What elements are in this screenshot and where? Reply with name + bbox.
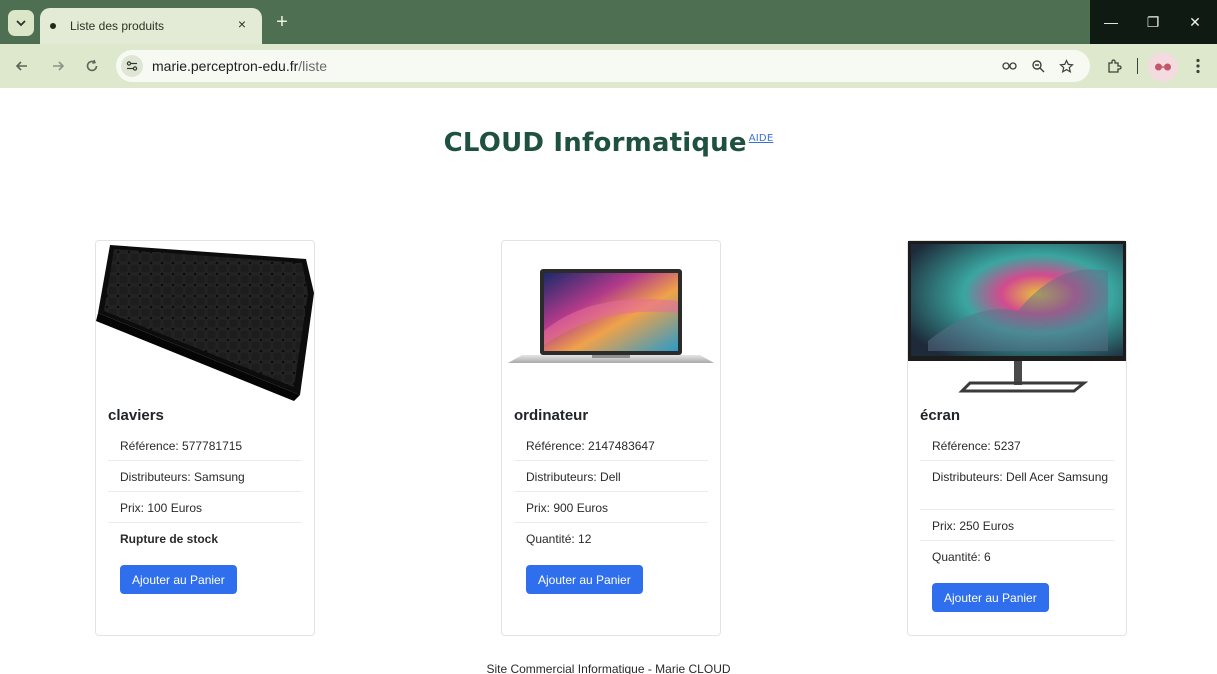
bookmark-button[interactable]: [1056, 56, 1076, 76]
product-name: écran: [920, 407, 961, 424]
add-to-cart-button[interactable]: Ajouter au Panier: [120, 565, 237, 594]
key-icon: [1002, 62, 1017, 70]
active-tab[interactable]: Liste des produits ×: [40, 8, 262, 44]
site-info-button[interactable]: [121, 55, 143, 77]
page-footer: Site Commercial Informatique - Marie CLO…: [486, 662, 731, 674]
divider: [108, 460, 302, 461]
add-to-cart-button[interactable]: Ajouter au Panier: [526, 565, 643, 594]
divider: [920, 540, 1114, 541]
product-image-keyboard: [96, 241, 314, 401]
add-to-cart-button[interactable]: Ajouter au Panier: [932, 583, 1049, 612]
tab-favicon-dot-icon: [50, 23, 56, 29]
divider: [108, 491, 302, 492]
divider: [920, 509, 1114, 510]
avatar-icon: [1155, 63, 1171, 71]
tab-title: Liste des produits: [70, 19, 165, 33]
monitor-image-icon: [908, 241, 1126, 393]
product-reference: Référence: 5237: [932, 439, 1021, 453]
tune-icon: [126, 61, 138, 71]
password-key-button[interactable]: [1000, 56, 1020, 76]
restore-button[interactable]: ❐: [1132, 0, 1174, 44]
back-button[interactable]: [10, 54, 34, 78]
product-price: Prix: 250 Euros: [932, 519, 1015, 533]
keyboard-image-icon: [96, 245, 314, 401]
divider: [108, 522, 302, 523]
close-window-button[interactable]: ✕: [1174, 0, 1216, 44]
zoom-button[interactable]: [1028, 56, 1048, 76]
tab-search-button[interactable]: [8, 10, 34, 36]
address-bar[interactable]: marie.perceptron-edu.fr/liste: [116, 50, 1090, 82]
product-name: claviers: [108, 407, 164, 424]
product-price: Prix: 100 Euros: [120, 501, 203, 515]
minimize-button[interactable]: —: [1090, 0, 1132, 44]
divider: [920, 460, 1114, 461]
reload-button[interactable]: [80, 54, 104, 78]
url-text[interactable]: marie.perceptron-edu.fr/liste: [152, 58, 327, 74]
extensions-button[interactable]: [1102, 54, 1126, 78]
product-distributors: Distributeurs: Dell: [526, 470, 621, 484]
product-distributors: Distributeurs: Samsung: [120, 470, 245, 484]
product-stock-status: Quantité: 12: [526, 532, 592, 546]
tab-close-icon[interactable]: ×: [232, 14, 252, 34]
arrow-left-icon: [15, 61, 27, 71]
divider: [514, 491, 708, 492]
product-stock-status: Quantité: 6: [932, 550, 991, 564]
reload-icon: [86, 59, 98, 72]
product-card-ordinateur: ordinateur Référence: 2147483647 Distrib…: [501, 240, 721, 636]
browser-tab-strip: Liste des produits × + — ❐ ✕: [0, 0, 1217, 44]
page-title-text: CLOUD Informatique: [443, 128, 747, 158]
product-reference: Référence: 577781715: [120, 439, 243, 453]
product-image-laptop: [502, 241, 720, 401]
puzzle-icon: [1108, 59, 1122, 73]
product-name: ordinateur: [514, 407, 589, 424]
zoom-icon: [1032, 60, 1045, 73]
window-controls: — ❐ ✕: [1090, 0, 1217, 44]
product-card-ecran: écran Référence: 5237 Distributeurs: Del…: [907, 240, 1127, 636]
divider: [514, 460, 708, 461]
url-host: marie.perceptron-edu.fr: [152, 58, 299, 74]
forward-button[interactable]: [46, 54, 70, 78]
browser-menu-button[interactable]: [1188, 54, 1208, 78]
product-image-monitor: [908, 241, 1126, 401]
url-path: /liste: [298, 58, 328, 74]
page-title: CLOUD Informatique AIDE: [444, 128, 774, 158]
star-icon: [1058, 58, 1074, 73]
divider: [514, 522, 708, 523]
kebab-icon: [1196, 58, 1200, 74]
site-header: CLOUD Informatique AIDE: [0, 128, 1217, 158]
product-card-claviers: claviers Référence: 577781715 Distribute…: [95, 240, 315, 636]
arrow-right-icon: [53, 61, 65, 71]
new-tab-button[interactable]: +: [270, 10, 294, 34]
laptop-image-icon: [508, 269, 714, 363]
help-link[interactable]: AIDE: [749, 133, 774, 144]
page-content: CLOUD Informatique AIDE claviers Référenc…: [0, 88, 1217, 674]
product-stock-status: Rupture de stock: [120, 532, 219, 546]
product-price: Prix: 900 Euros: [526, 501, 609, 515]
toolbar-divider: [1137, 58, 1138, 74]
profile-avatar[interactable]: [1148, 52, 1178, 82]
browser-toolbar: marie.perceptron-edu.fr/liste: [0, 44, 1217, 88]
chevron-down-icon: [16, 20, 26, 27]
product-distributors: Distributeurs: Dell Acer Samsung: [932, 470, 1109, 484]
product-reference: Référence: 2147483647: [526, 439, 655, 453]
